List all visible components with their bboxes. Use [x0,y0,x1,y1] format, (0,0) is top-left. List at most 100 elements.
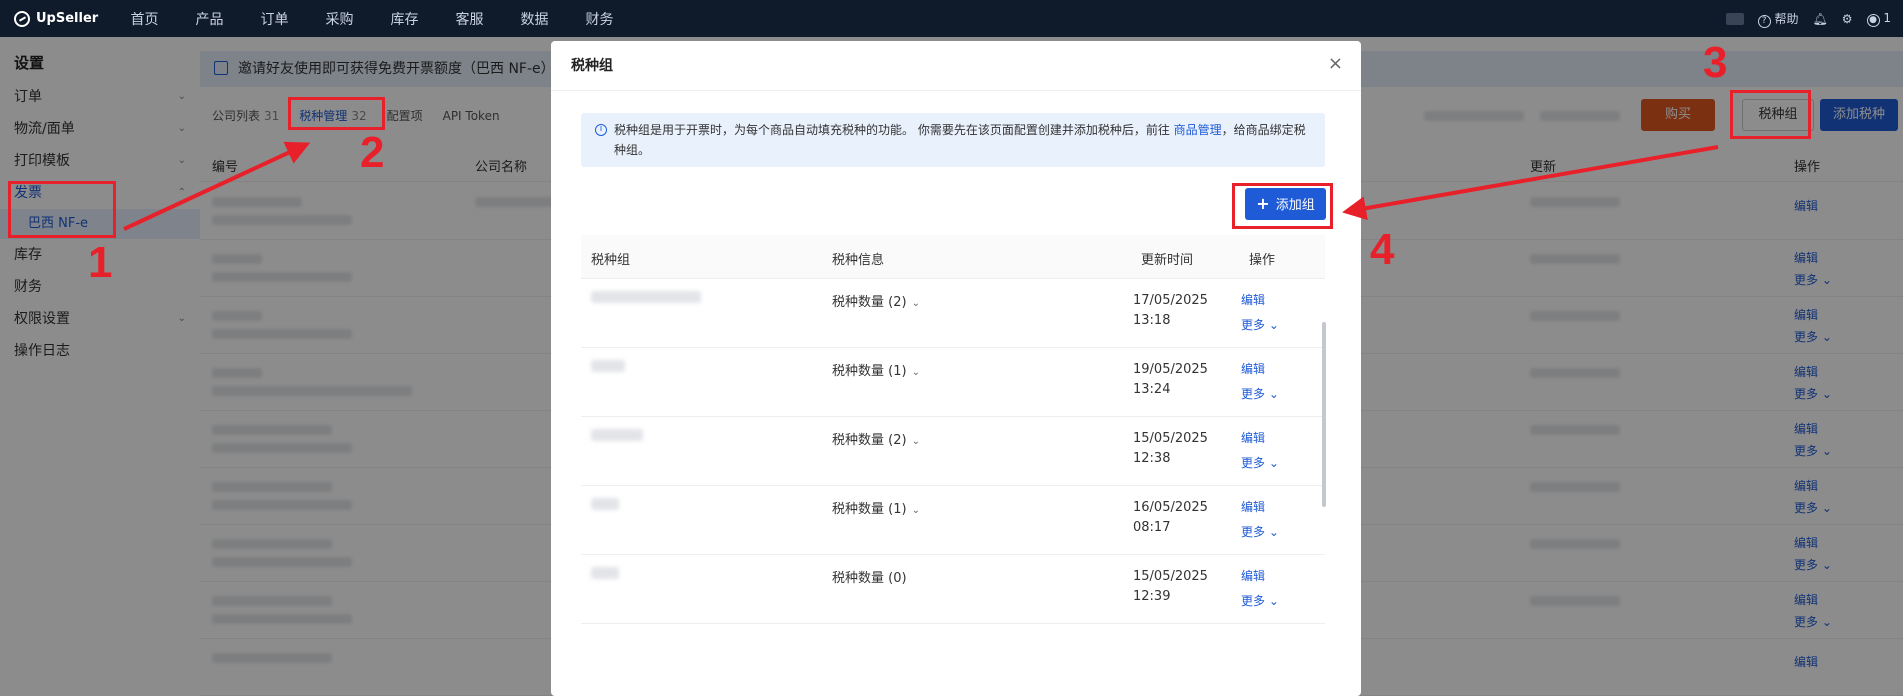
updated-date: 16/05/2025 [1133,500,1208,515]
nav-right-tools: ? 帮助 🔔︎ ⚙ ● 1 [1725,0,1903,37]
more-link[interactable]: 更多 ⌄ [1241,385,1279,402]
help-label: 帮助 [1774,11,1799,26]
updated-clock: 12:38 [1133,451,1171,466]
store-avatar[interactable] [1725,12,1744,25]
tax-count-dropdown[interactable]: 税种数量 (2) ⌄ [832,291,920,310]
table-row: 税种数量 (2) ⌄ 15/05/2025 12:38 编辑 更多 ⌄ [581,417,1325,486]
edit-link[interactable]: 编辑 [1241,567,1265,584]
annotation-box-add-group [1232,183,1333,229]
modal-title: 税种组 [571,58,613,74]
chevron-down-icon: ⌄ [1268,387,1279,401]
nav-item-orders[interactable]: 订单 [242,9,307,29]
more-label: 更多 [1241,525,1266,539]
annotation-box-invoice [8,181,116,238]
logo-text: UpSeller [36,11,99,26]
nav-item-products[interactable]: 产品 [177,9,242,29]
table-row: 税种数量 (2) ⌄ 17/05/2025 13:18 编辑 更多 ⌄ [581,279,1325,348]
logo-icon [14,10,30,27]
nav-menu: 首页 产品 订单 采购 库存 客服 数据 财务 [112,9,632,29]
user-label: 1 [1883,10,1891,25]
updated-date: 15/05/2025 [1133,569,1208,584]
tax-group-table: 税种组 税种信息 更新时间 操作 税种数量 (2) ⌄ 17/05/2025 13:… [581,235,1325,624]
tax-count-label: 税种数量 (1) [832,364,907,379]
updated-time: 15/05/2025 12:38 [1133,429,1208,469]
edit-link[interactable]: 编辑 [1241,291,1265,308]
info-notice: i 税种组是用于开票时，为每个商品自动填充税种的功能。 你需要先在该页面配置创建… [581,113,1325,167]
group-name-blurred [591,360,625,372]
help-icon: ? [1757,14,1771,28]
table-row: 税种数量 (0) 15/05/2025 12:39 编辑 更多 ⌄ [581,555,1325,624]
tax-count-label: 税种数量 (1) [832,502,907,517]
annotation-number-3: 3 [1703,38,1728,87]
product-management-link[interactable]: 商品管理 [1174,123,1222,137]
nav-item-inventory[interactable]: 库存 [372,9,437,29]
group-name-blurred [591,291,701,303]
more-link[interactable]: 更多 ⌄ [1241,523,1279,540]
tax-count-dropdown[interactable]: 税种数量 (1) ⌄ [832,498,920,517]
modal-header: 税种组 × [551,41,1361,91]
nav-item-home[interactable]: 首页 [112,9,177,29]
chevron-down-icon: ⌄ [911,436,920,447]
tax-group-modal: 税种组 × i 税种组是用于开票时，为每个商品自动填充税种的功能。 你需要先在该… [551,41,1361,696]
chevron-down-icon: ⌄ [911,298,920,309]
modal-scrollbar[interactable] [1322,322,1326,507]
annotation-box-tax-group [1730,90,1811,139]
table-row: 税种数量 (1) ⌄ 19/05/2025 13:24 编辑 更多 ⌄ [581,348,1325,417]
chevron-down-icon: ⌄ [1268,318,1279,332]
annotation-number-2: 2 [360,128,385,177]
more-label: 更多 [1241,387,1266,401]
column-updated: 更新时间 [1141,253,1194,268]
more-link[interactable]: 更多 ⌄ [1241,592,1279,609]
tax-count-label: 税种数量 (2) [832,295,907,310]
bell-icon[interactable]: 🔔︎ [1813,12,1828,26]
more-link[interactable]: 更多 ⌄ [1241,454,1279,471]
updated-clock: 08:17 [1133,520,1171,535]
gear-icon[interactable]: ⚙ [1842,12,1853,26]
nav-item-finance[interactable]: 财务 [567,9,632,29]
more-label: 更多 [1241,318,1266,332]
edit-link[interactable]: 编辑 [1241,429,1265,446]
updated-date: 17/05/2025 [1133,293,1208,308]
top-nav: UpSeller 首页 产品 订单 采购 库存 客服 数据 财务 ? 帮助 🔔︎… [0,0,1903,37]
column-tax-info: 税种信息 [832,253,885,268]
annotation-number-4: 4 [1370,225,1395,274]
annotation-box-tax-tab [288,97,385,130]
tax-count-label: 税种数量 (0) [832,571,907,586]
column-action: 操作 [1249,253,1276,268]
chevron-down-icon: ⌄ [911,367,920,378]
edit-link[interactable]: 编辑 [1241,498,1265,515]
close-icon[interactable]: × [1328,53,1343,74]
info-icon: i [595,124,607,136]
column-group: 税种组 [591,253,631,268]
chevron-down-icon: ⌄ [1268,594,1279,608]
updated-time: 17/05/2025 13:18 [1133,291,1208,331]
tax-count-dropdown[interactable]: 税种数量 (2) ⌄ [832,429,920,448]
more-label: 更多 [1241,456,1266,470]
edit-link[interactable]: 编辑 [1241,360,1265,377]
user-icon: ● [1866,13,1880,27]
updated-clock: 13:18 [1133,313,1171,328]
updated-time: 16/05/2025 08:17 [1133,498,1208,538]
updated-date: 19/05/2025 [1133,362,1208,377]
updated-clock: 13:24 [1133,382,1171,397]
nav-item-customer-service[interactable]: 客服 [437,9,502,29]
notice-text: 税种组是用于开票时，为每个商品自动填充税种的功能。 你需要先在该页面配置创建并添… [614,123,1170,137]
help-button[interactable]: ? 帮助 [1757,10,1799,28]
app-logo[interactable]: UpSeller [0,10,112,27]
nav-item-data[interactable]: 数据 [502,9,567,29]
more-link[interactable]: 更多 ⌄ [1241,316,1279,333]
chevron-down-icon: ⌄ [1268,456,1279,470]
tax-count-label: 税种数量 (2) [832,433,907,448]
table-row: 税种数量 (1) ⌄ 16/05/2025 08:17 编辑 更多 ⌄ [581,486,1325,555]
updated-time: 15/05/2025 12:39 [1133,567,1208,607]
nav-item-purchase[interactable]: 采购 [307,9,372,29]
group-name-blurred [591,429,643,441]
updated-date: 15/05/2025 [1133,431,1208,446]
updated-clock: 12:39 [1133,589,1171,604]
user-menu[interactable]: ● 1 [1866,10,1891,27]
tax-count-dropdown[interactable]: 税种数量 (1) ⌄ [832,360,920,379]
chevron-down-icon: ⌄ [911,505,920,516]
more-label: 更多 [1241,594,1266,608]
table-header: 税种组 税种信息 更新时间 操作 [581,235,1325,279]
annotation-number-1: 1 [88,238,113,287]
